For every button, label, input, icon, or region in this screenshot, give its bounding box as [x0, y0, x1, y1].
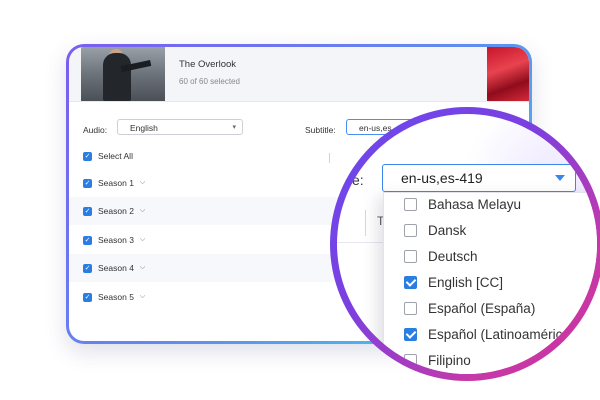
selected-count: 60 of 60 selected [179, 77, 240, 86]
magnified-subtitle-select[interactable]: en-us,es-419 [382, 164, 576, 192]
chevron-down-icon[interactable]: ⌵ [140, 207, 145, 215]
magnified-subtitle-value: en-us,es-419 [401, 170, 483, 186]
language-label: Filipino [428, 353, 471, 368]
language-checkbox[interactable] [404, 302, 417, 315]
chevron-down-icon[interactable]: ⌵ [140, 293, 145, 301]
season-label: Season 1 [98, 178, 134, 188]
video-header: The Overlook 60 of 60 selected [69, 47, 529, 102]
language-checkbox[interactable] [404, 198, 417, 211]
language-option[interactable]: Filipino [384, 348, 597, 373]
caret-down-icon [555, 175, 565, 181]
season-label: Season 5 [98, 292, 134, 302]
language-option[interactable]: Español (Latinoaméric [384, 322, 597, 347]
video-title: The Overlook [179, 59, 237, 70]
poster-image [487, 47, 529, 101]
season-checkbox[interactable]: ✓ [83, 178, 92, 188]
season-checkbox[interactable]: ✓ [83, 235, 92, 245]
select-all-row[interactable]: ✓ Select All [83, 151, 133, 161]
language-option[interactable]: Deutsch [384, 244, 597, 269]
language-label: English [CC] [428, 275, 504, 290]
subtitle-label-fragment: e: [352, 172, 364, 188]
language-dropdown: Bahasa Melayu Dansk Deutsch English [CC]… [383, 192, 597, 374]
chevron-down-icon[interactable]: ⌵ [140, 264, 145, 272]
language-label: Deutsch [428, 249, 478, 264]
video-thumbnail [81, 47, 165, 101]
column-divider [365, 210, 366, 236]
season-label: Season 2 [98, 206, 134, 216]
subtitle-label: Subtitle: [305, 125, 336, 135]
magnifier-lens: e: en-us,es-419 T Bahasa Melayu Dansk De… [337, 114, 597, 374]
language-checkbox[interactable] [404, 354, 417, 367]
language-label: Bahasa Melayu [428, 197, 522, 212]
chevron-down-icon: ▾ [232, 124, 236, 131]
language-option[interactable]: Bahasa Melayu [384, 192, 597, 217]
season-checkbox[interactable]: ✓ [83, 263, 92, 273]
language-option[interactable]: English [CC] [384, 270, 597, 295]
select-all-checkbox[interactable]: ✓ [83, 151, 92, 161]
column-divider [329, 153, 330, 163]
language-option[interactable]: Dansk [384, 218, 597, 243]
chevron-down-icon[interactable]: ⌵ [140, 236, 145, 244]
thumb-figure [103, 53, 131, 101]
audio-label: Audio: [83, 125, 108, 135]
language-checkbox[interactable] [404, 328, 417, 341]
language-label: Español (España) [428, 301, 536, 316]
magnifier-ring: e: en-us,es-419 T Bahasa Melayu Dansk De… [330, 107, 600, 381]
language-checkbox[interactable] [404, 276, 417, 289]
season-label: Season 3 [98, 235, 134, 245]
select-all-label: Select All [98, 151, 133, 161]
language-checkbox[interactable] [404, 250, 417, 263]
audio-value: English [130, 123, 158, 133]
season-checkbox[interactable]: ✓ [83, 206, 92, 216]
chevron-down-icon[interactable]: ⌵ [140, 179, 145, 187]
season-checkbox[interactable]: ✓ [83, 292, 92, 302]
language-label: Español (Latinoaméric [428, 327, 563, 342]
magnified-content: e: en-us,es-419 T Bahasa Melayu Dansk De… [337, 114, 597, 374]
season-label: Season 4 [98, 263, 134, 273]
language-label: Dansk [428, 223, 467, 238]
language-option[interactable]: Español (España) [384, 296, 597, 321]
audio-select[interactable]: English ▾ [117, 119, 243, 135]
language-checkbox[interactable] [404, 224, 417, 237]
